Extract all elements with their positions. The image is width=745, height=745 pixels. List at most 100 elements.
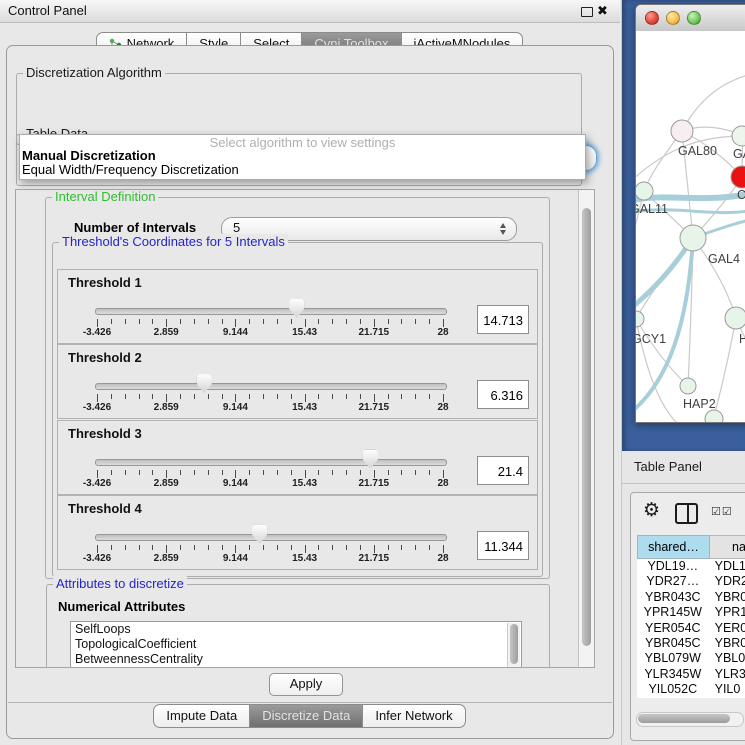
threshold-value-field[interactable]: 21.4: [477, 456, 529, 485]
slider-track[interactable]: [95, 308, 447, 315]
control-panel-titlebar: Control Panel ✖: [0, 0, 620, 23]
attributes-scrollbar-thumb[interactable]: [510, 624, 518, 664]
attribute-item[interactable]: SelfLoops: [71, 622, 521, 637]
network-node-GA[interactable]: [732, 126, 745, 146]
tab-infer-network-label: Infer Network: [375, 705, 452, 727]
threshold-value-field[interactable]: 11.344: [477, 531, 529, 560]
slider-thumb[interactable]: [289, 299, 304, 318]
threshold-panel-1: Threshold 1 -3.4262.8599.14415.4321.71528…: [57, 269, 538, 344]
minimize-traffic-light-icon[interactable]: [666, 11, 680, 25]
tab-discretize-data[interactable]: Discretize Data: [249, 704, 363, 728]
threshold-label: Threshold 4: [68, 501, 142, 516]
gear-icon[interactable]: ⚙: [643, 501, 660, 520]
threshold-value-field[interactable]: 6.316: [477, 380, 529, 409]
table-row[interactable]: YLR345WYLR3: [637, 667, 745, 682]
tab-impute-data[interactable]: Impute Data: [153, 704, 250, 728]
node-label: GAL11: [636, 202, 668, 216]
network-node-HAP2[interactable]: [680, 378, 696, 394]
split-columns-icon[interactable]: [675, 503, 698, 524]
node-table: shared… na YDL19…YDL1YDR27…YDR2YBR043CYB…: [637, 535, 745, 698]
slider-tick-labels: -3.4262.8599.14415.4321.71528: [97, 553, 443, 565]
table-row[interactable]: YDL19…YDL1: [637, 559, 745, 574]
tab-impute-data-label: Impute Data: [166, 705, 237, 727]
node-label: C: [737, 188, 745, 202]
float-window-icon[interactable]: [581, 7, 593, 17]
slider-thumb[interactable]: [252, 525, 267, 544]
table-horizontal-scrollbar[interactable]: [636, 712, 744, 727]
threshold-panel-4: Threshold 4 -3.4262.8599.14415.4321.71528…: [57, 495, 538, 570]
combo-stepper-icon: [500, 223, 507, 235]
settings-scrollbar-thumb[interactable]: [582, 208, 591, 646]
network-canvas[interactable]: GAL80GACGAL11GAL4GCY1HHAP2: [636, 31, 745, 422]
table-row[interactable]: YER054CYER0: [637, 621, 745, 636]
network-node-GAL80[interactable]: [671, 120, 693, 142]
network-edge[interactable]: [693, 238, 736, 318]
threshold-value-field[interactable]: 14.713: [477, 305, 529, 334]
table-row[interactable]: YBR043CYBR0: [637, 590, 745, 605]
settings-scrollpane: Interval Definition Number of Intervals …: [15, 189, 595, 668]
attribute-rows: SelfLoopsTopologicalCoefficientBetweenne…: [71, 622, 521, 667]
table-rows: YDL19…YDL1YDR27…YDR2YBR043CYBR0YPR145WYP…: [637, 559, 745, 698]
slider-track[interactable]: [95, 383, 447, 390]
close-traffic-light-icon[interactable]: [645, 11, 659, 25]
table-row[interactable]: YBL079WYBL0: [637, 651, 745, 666]
network-view-window[interactable]: GAL80GACGAL11GAL4GCY1HHAP2: [635, 4, 745, 423]
number-of-intervals-label: Number of Intervals: [74, 220, 196, 235]
network-window-titlebar[interactable]: [636, 5, 745, 32]
network-node-C[interactable]: [731, 166, 745, 188]
network-node-GAL4[interactable]: [680, 225, 706, 251]
threshold-panel-2: Threshold 2-3.4262.8599.14415.4321.71528…: [57, 344, 538, 419]
network-node-H[interactable]: [725, 307, 745, 329]
node-label: GA: [733, 147, 745, 161]
dropdown-item-manual-discretization[interactable]: Manual Discretization: [20, 149, 585, 163]
slider-track[interactable]: [95, 534, 447, 541]
node-label: GAL4: [708, 252, 740, 266]
network-node-unlabeled[interactable]: [705, 410, 723, 422]
dropdown-placeholder-item[interactable]: Select algorithm to view settings: [20, 135, 585, 149]
discretization-algorithm-group-title: Discretization Algorithm: [23, 65, 165, 80]
attribute-item[interactable]: BetweennessCentrality: [71, 652, 521, 667]
table-panel-titlebar: Table Panel: [622, 451, 745, 484]
tab-infer-network[interactable]: Infer Network: [362, 704, 465, 728]
table-row[interactable]: YBR045CYBR0: [637, 636, 745, 651]
threshold-label: Threshold 3: [68, 426, 142, 441]
attribute-item[interactable]: TopologicalCoefficient: [71, 637, 521, 652]
table-hscrollbar-thumb[interactable]: [638, 714, 730, 723]
attributes-scrollbar[interactable]: [507, 623, 520, 668]
node-label: HAP2: [683, 397, 716, 411]
slider-tick-labels: -3.4262.8599.14415.4321.71528: [97, 327, 443, 339]
slider-track[interactable]: [95, 459, 447, 466]
column-header-shared-name[interactable]: shared…: [637, 535, 710, 559]
table-panel-title: Table Panel: [634, 459, 702, 474]
numerical-attributes-list[interactable]: SelfLoopsTopologicalCoefficientBetweenne…: [70, 621, 522, 668]
control-panel: Control Panel ✖ Network Style Select Cyn…: [0, 0, 620, 745]
panel-title: Control Panel: [8, 3, 87, 18]
tab-discretize-data-label: Discretize Data: [262, 705, 350, 727]
slider-thumb[interactable]: [197, 374, 212, 393]
thresholds-group: Threshold's Coordinates for 5 Intervals …: [52, 242, 543, 577]
apply-button[interactable]: Apply: [269, 673, 343, 696]
threshold-label: Threshold 1: [68, 275, 142, 290]
table-row[interactable]: YIL052CYIL0: [637, 682, 745, 697]
slider-thumb[interactable]: [363, 450, 378, 469]
table-row[interactable]: YDR27…YDR2: [637, 574, 745, 589]
network-desktop: GAL80GACGAL11GAL4GCY1HHAP2: [621, 0, 745, 451]
dropdown-item-equal-width-frequency[interactable]: Equal Width/Frequency Discretization: [20, 163, 585, 177]
column-header-name[interactable]: na: [710, 535, 745, 559]
attributes-group: Attributes to discretize Numerical Attri…: [46, 584, 550, 668]
network-node-GAL11[interactable]: [636, 182, 653, 200]
network-node-GCY1[interactable]: [636, 311, 644, 327]
zoom-traffic-light-icon[interactable]: [687, 11, 701, 25]
network-edge[interactable]: [714, 318, 736, 417]
bottom-tab-bar: Impute Data Discretize Data Infer Networ…: [0, 704, 620, 728]
network-graph: GAL80GACGAL11GAL4GCY1HHAP2: [636, 31, 745, 422]
app-root: { "control_panel": { "title": "Control P…: [0, 0, 745, 745]
table-row[interactable]: YPR145WYPR1: [637, 605, 745, 620]
close-icon[interactable]: ✖: [597, 3, 608, 19]
select-columns-icons[interactable]: ☑☑: [711, 505, 733, 518]
thresholds-group-title: Threshold's Coordinates for 5 Intervals: [59, 234, 288, 249]
network-edge[interactable]: [682, 71, 745, 131]
table-browser: ⚙ ☑☑ shared… na YDL19…YDL1YDR27…YDR2YBR0…: [630, 492, 745, 741]
number-of-intervals-value: 5: [233, 220, 240, 235]
settings-vertical-scrollbar[interactable]: [578, 190, 594, 667]
